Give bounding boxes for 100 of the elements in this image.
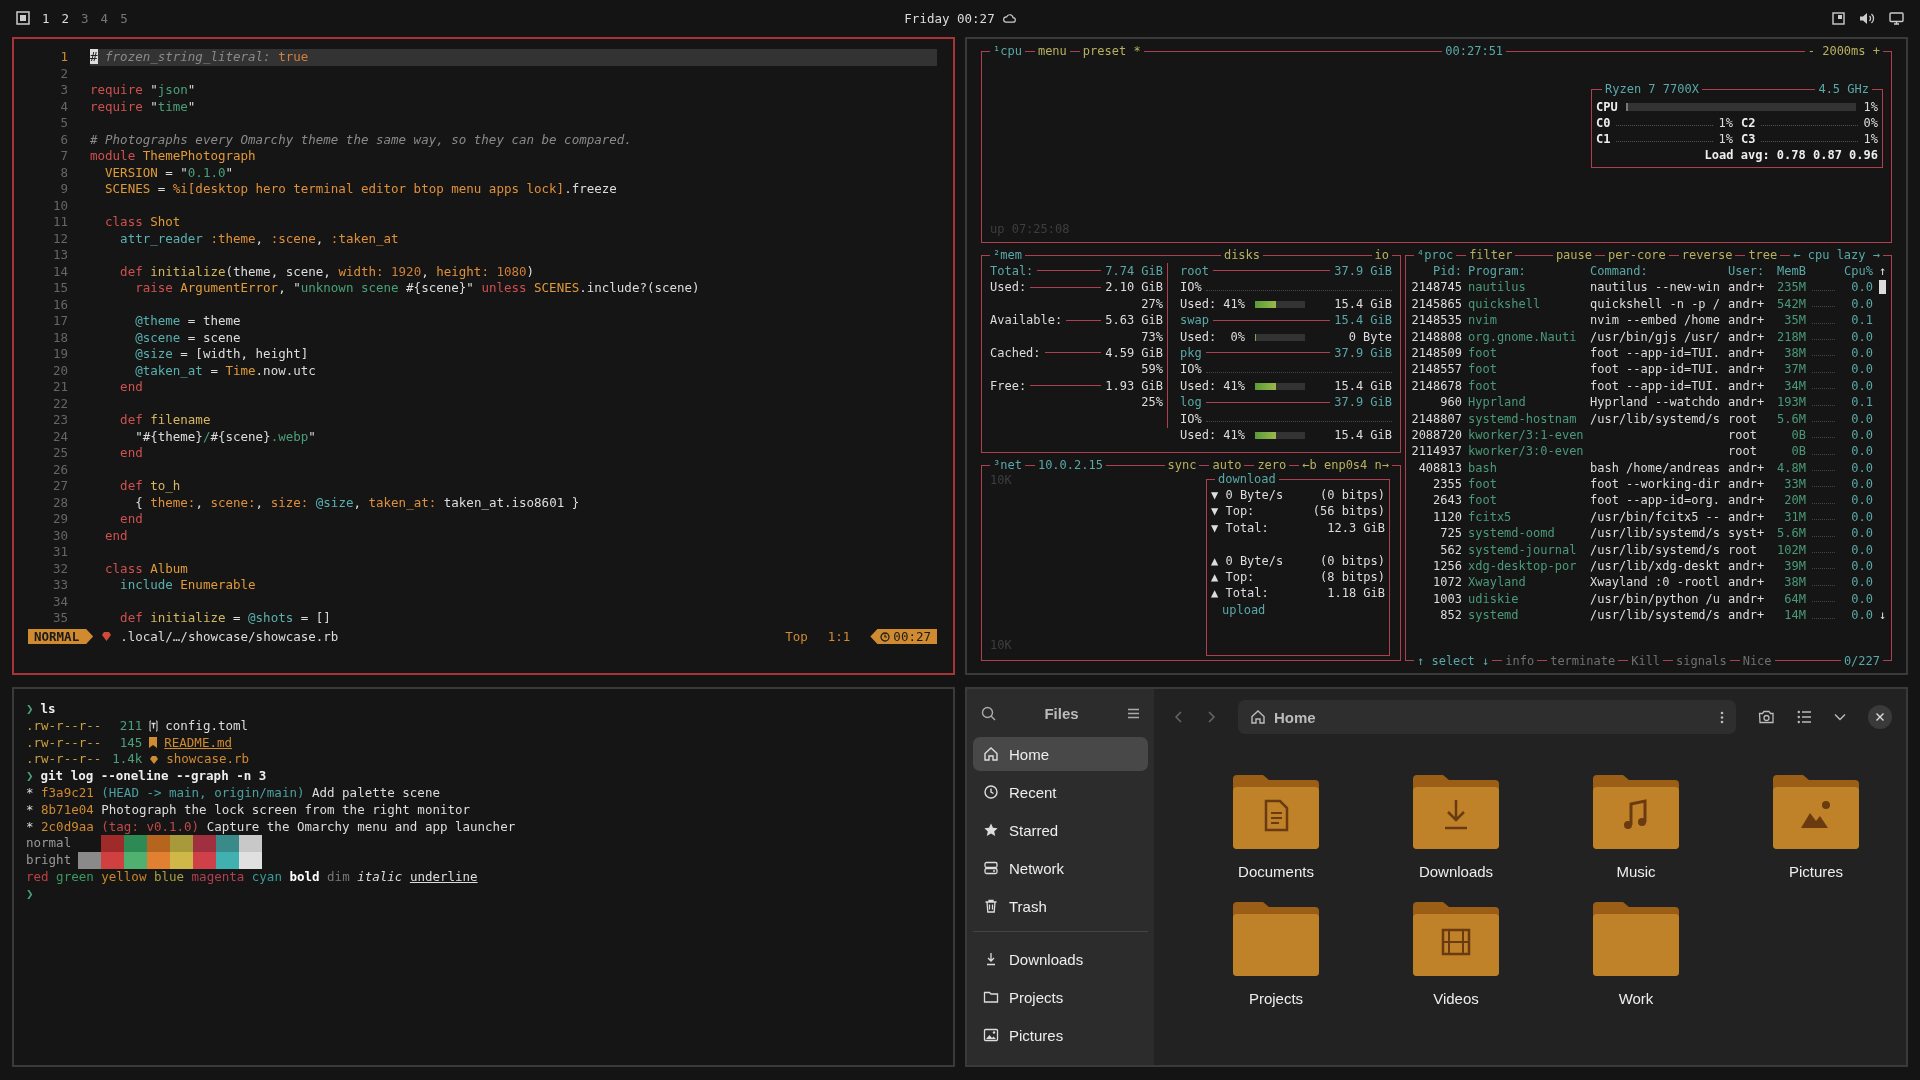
location-bar[interactable]: Home [1238, 700, 1736, 734]
disk-name: swap [1180, 312, 1209, 329]
process-cpu: 0.0 [1850, 492, 1873, 509]
folder-name[interactable]: Downloads [1418, 863, 1494, 880]
editor-window[interactable] [12, 37, 955, 675]
gem-icon [149, 754, 160, 765]
app-title: Files [1044, 704, 1079, 722]
more-icon[interactable] [1720, 710, 1724, 724]
folder-icon[interactable] [1593, 775, 1679, 849]
footer-action[interactable]: signals [1673, 653, 1730, 669]
sidebar-item[interactable]: Recent [973, 775, 1148, 809]
folder-name[interactable]: Videos [1433, 990, 1479, 1007]
file-size: 1.4k [111, 751, 143, 769]
column-header[interactable]: Cpu% [1841, 263, 1873, 280]
prompt-symbol: ❯ [26, 885, 34, 903]
sidebar-item[interactable]: Trash [973, 889, 1148, 923]
process-command: /usr/lib/systemd/s [1590, 525, 1722, 542]
file-manager-window[interactable]: Files Home Recent Starred Network Trash Downloads Projects Pictures Home Documents Downloads Music Pictures Projects Videos Work [965, 687, 1908, 1067]
traffic-label: ▼ Top: [1211, 503, 1255, 520]
process-cpu: 0.0 [1850, 541, 1873, 559]
process-command: /usr/lib/systemd/s [1590, 541, 1722, 559]
prompt-symbol: ❯ [26, 701, 34, 718]
folder-name[interactable]: Work [1618, 990, 1654, 1007]
file-name[interactable]: README.md [164, 734, 232, 752]
sidebar-item[interactable]: Starred [973, 813, 1148, 847]
workspace-button[interactable]: 1 [42, 10, 50, 26]
workspace-button[interactable]: 3 [81, 10, 89, 26]
folder-name[interactable]: Pictures [1788, 863, 1844, 880]
code-line: def to_h [119, 478, 182, 495]
clock-icon [983, 784, 999, 800]
process-memory: 38M [1783, 344, 1806, 362]
sort-selector[interactable]: ← cpu lazy → [1790, 247, 1883, 263]
sidebar-item[interactable]: Home [973, 737, 1148, 771]
scroll-up-arrow[interactable]: ↑ [1879, 263, 1887, 280]
monitor-icon[interactable] [1889, 11, 1904, 25]
menu-icon[interactable] [1127, 707, 1140, 719]
process-user: andr+ [1728, 377, 1766, 395]
file-name[interactable]: config.toml [165, 717, 249, 735]
interface-selector[interactable]: ←b enp0s4 n→ [1299, 457, 1392, 473]
process-memory: 0B [1790, 443, 1806, 460]
workspace-button[interactable]: 4 [100, 10, 109, 26]
process-cpu: 0.0 [1850, 361, 1873, 378]
process-id: 960 [1439, 394, 1462, 411]
speaker-icon[interactable] [1859, 11, 1875, 25]
folder-icon[interactable] [1413, 902, 1499, 976]
sidebar-item[interactable]: Downloads [973, 942, 1148, 976]
sidebar-item[interactable]: Network [973, 851, 1148, 885]
line-number: 24 [51, 428, 69, 445]
code-line: end [104, 527, 129, 544]
column-header[interactable]: User: [1728, 263, 1766, 280]
close-button[interactable] [1868, 705, 1892, 729]
folder-icon[interactable] [1413, 775, 1499, 849]
system-monitor-window[interactable] [965, 37, 1908, 675]
column-header[interactable]: Pid: [1410, 263, 1462, 280]
chevron-down-icon[interactable] [1834, 713, 1846, 721]
folder-icon[interactable] [1233, 902, 1319, 976]
sidebar-item[interactable]: Pictures [973, 1018, 1148, 1052]
line-number: 1 [59, 49, 69, 66]
terminal-window[interactable] [12, 687, 955, 1067]
memory-label: Cached: [990, 344, 1041, 362]
column-header[interactable]: MemB [1772, 263, 1806, 280]
workspace-button[interactable]: 2 [61, 10, 70, 26]
process-cpu: 0.0 [1850, 476, 1873, 493]
workspace-button[interactable]: 5 [120, 10, 128, 26]
list-view-icon[interactable] [1797, 710, 1812, 724]
folder-icon[interactable] [1233, 775, 1319, 849]
folder-name[interactable]: Documents [1238, 863, 1314, 880]
screen-icon[interactable] [1832, 11, 1845, 25]
palette-label: normal [26, 835, 71, 853]
process-id: 2355 [1432, 476, 1462, 493]
folder-name[interactable]: Music [1616, 863, 1656, 880]
process-id: 2148745 [1410, 279, 1462, 296]
scroll-down-arrow[interactable]: ↓ [1879, 607, 1887, 624]
grid-icon[interactable] [16, 11, 30, 25]
memory-label: Free: [990, 377, 1027, 395]
search-icon[interactable] [981, 705, 996, 721]
file-name[interactable]: showcase.rb [166, 751, 250, 769]
process-user: syst+ [1728, 525, 1766, 542]
process-count: 0/227 [1840, 653, 1883, 669]
clock[interactable]: Friday 00:27 [904, 10, 995, 26]
column-header[interactable]: Program: [1468, 263, 1584, 280]
folder-name[interactable]: Projects [1248, 990, 1304, 1007]
scrollbar-thumb[interactable] [1879, 280, 1886, 295]
menu-option[interactable]: preset * [1079, 43, 1144, 59]
sidebar-item[interactable]: Projects [973, 980, 1148, 1014]
image-icon [983, 1027, 999, 1043]
camera-search-icon[interactable] [1758, 709, 1775, 725]
process-cpu: 0.0 [1850, 590, 1873, 608]
code-line: end [119, 445, 144, 462]
folder-icon[interactable] [1773, 775, 1859, 849]
traffic-label: ▲ Total: [1211, 585, 1269, 602]
folder-icon[interactable] [1593, 902, 1679, 976]
program-name: foot [1468, 361, 1498, 378]
process-memory: 193M [1776, 394, 1806, 411]
process-memory: 31M [1783, 508, 1806, 526]
core-percent: 1% [1718, 115, 1733, 131]
code-line: VERSION = "0.1.0" [104, 164, 234, 181]
code-line: # Photographs every Omarchy theme the same way, so they can be compared. [90, 131, 633, 148]
file-permissions: .rw-r--r-- [26, 734, 102, 752]
column-header[interactable]: Command: [1590, 263, 1722, 280]
